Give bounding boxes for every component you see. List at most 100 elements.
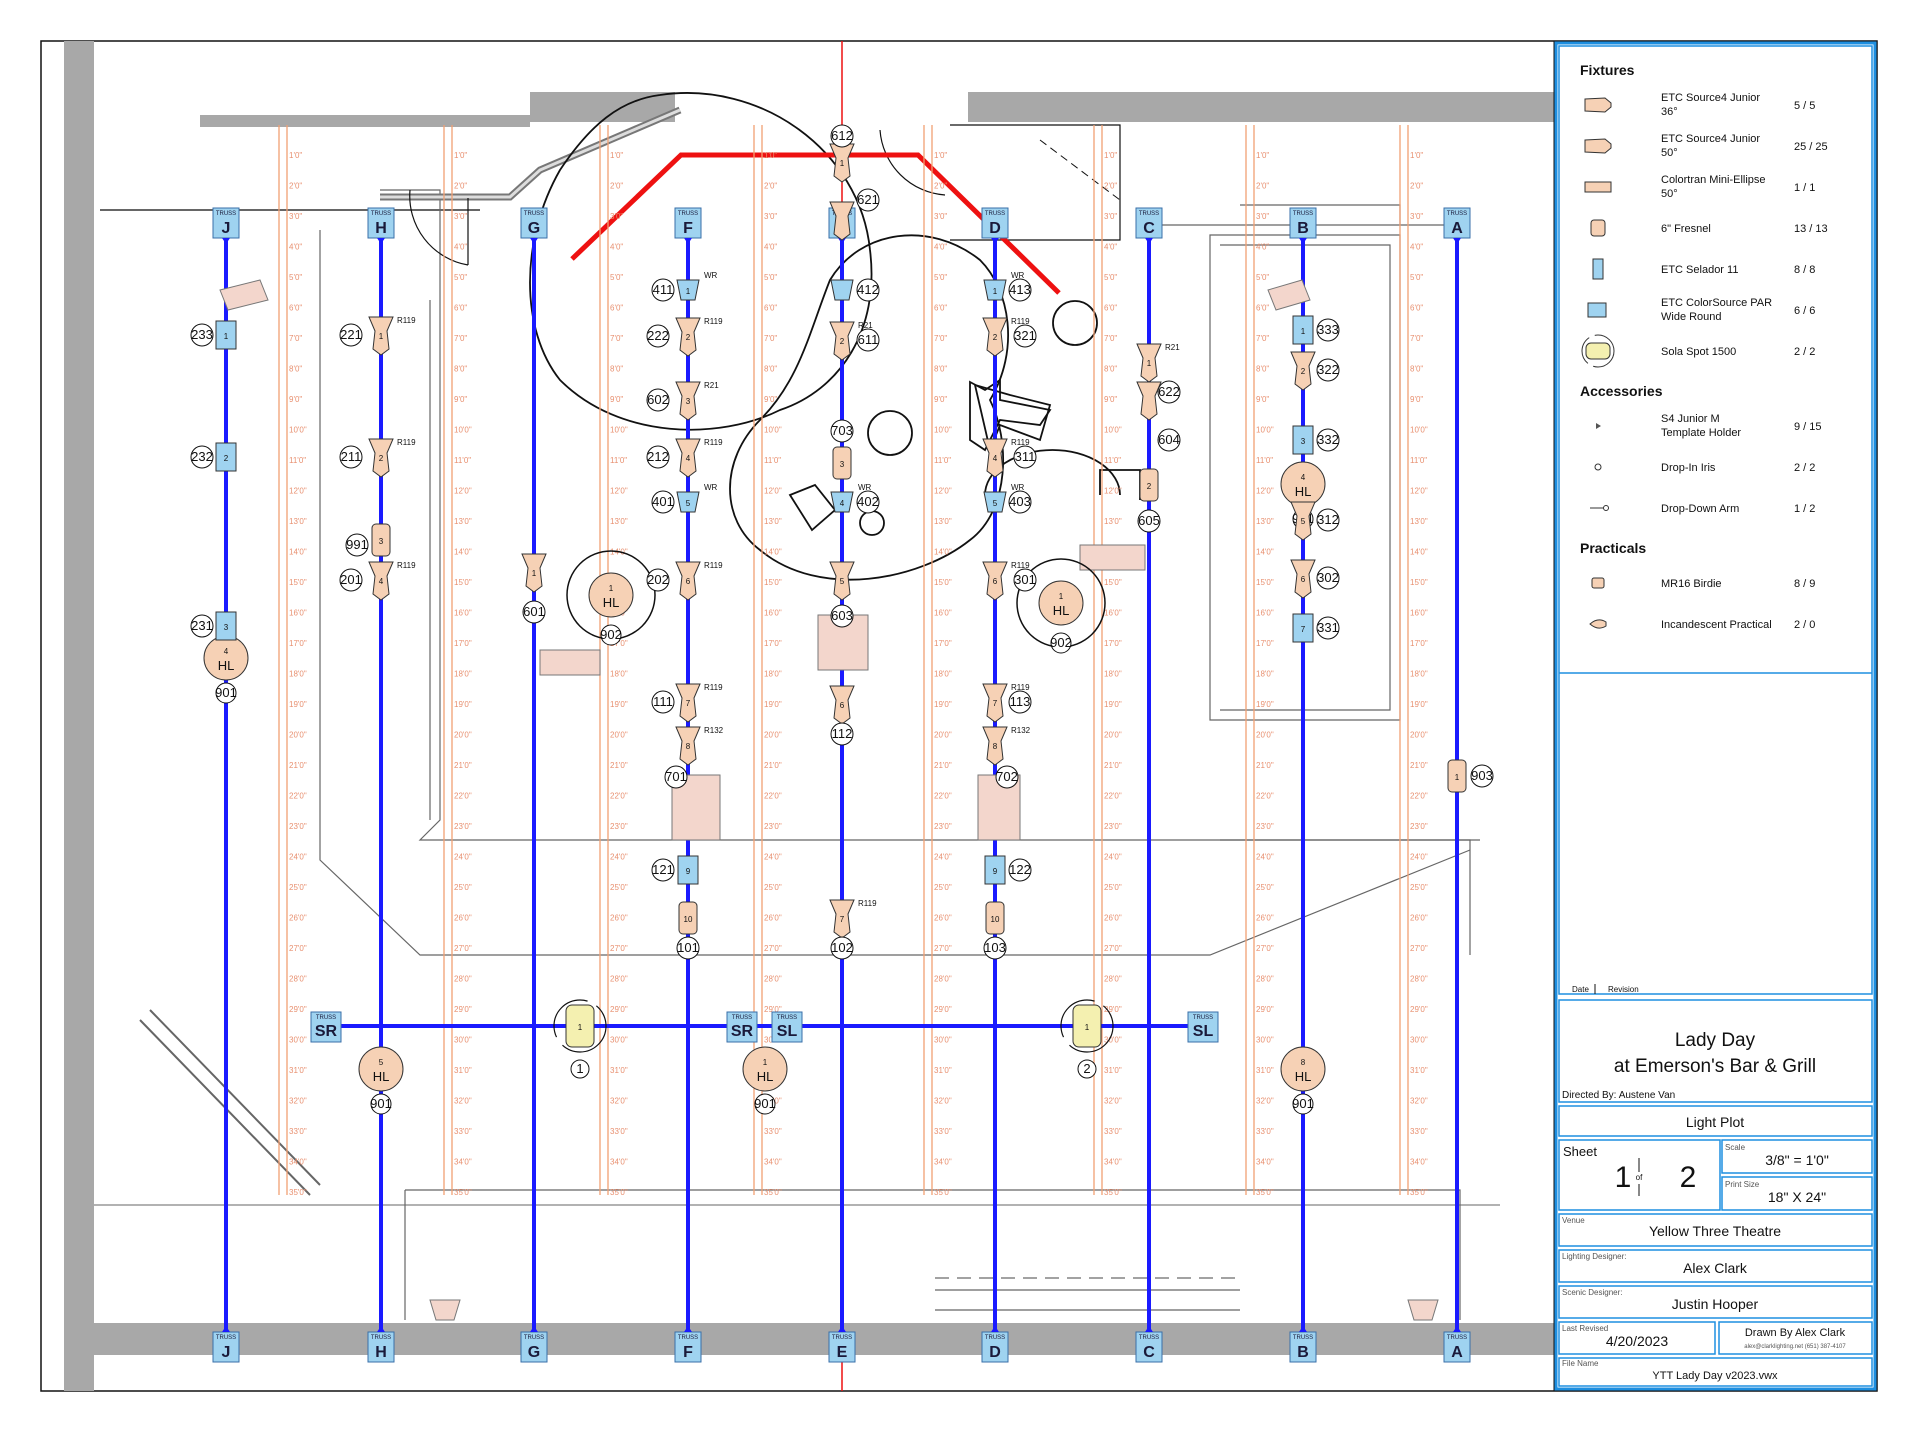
- directed-by: Directed By: Austene Van: [1562, 1090, 1675, 1101]
- circuit-number: 601: [523, 604, 545, 619]
- legend-item-count: 25 / 25: [1794, 141, 1828, 153]
- distance-mark: 21'0": [1256, 761, 1274, 770]
- distance-mark: 32'0": [289, 1097, 307, 1106]
- circuit-number: 111: [653, 694, 673, 709]
- pipe-letter-h: H: [375, 220, 387, 237]
- distance-mark: 27'0": [1256, 944, 1274, 953]
- distance-mark: 11'0": [1256, 456, 1273, 465]
- distance-mark: 16'0": [1256, 609, 1274, 618]
- unit-number: 1: [224, 332, 229, 341]
- unit-number: 8: [686, 742, 691, 751]
- pipe-letter-f: F: [683, 1344, 693, 1361]
- distance-mark: 19'0": [289, 700, 307, 709]
- cross-truss-label: SR: [731, 1023, 754, 1040]
- legend-item-count: 6 / 6: [1794, 305, 1815, 317]
- color-label: R119: [1011, 561, 1030, 570]
- distance-mark: 35'0": [1410, 1188, 1428, 1197]
- distance-mark: 31'0": [1410, 1066, 1428, 1075]
- distance-mark: 24'0": [610, 853, 628, 862]
- cross-truss-label: SL: [1193, 1023, 1214, 1040]
- unit-number: 5: [993, 499, 998, 508]
- distance-mark: 7'0": [1410, 334, 1423, 343]
- fixture-unit: 1 R119 221: [339, 316, 416, 356]
- unit-number: 2: [1147, 482, 1152, 491]
- sola-unit-number: 1: [578, 1023, 583, 1032]
- legend-item-name: 36°: [1661, 106, 1678, 118]
- hl-circuit-number: 901: [754, 1096, 776, 1111]
- unit-number: 1: [532, 569, 537, 578]
- distance-mark: 31'0": [454, 1066, 472, 1075]
- distance-mark: 8'0": [934, 365, 947, 374]
- distance-mark: 3'0": [1410, 212, 1423, 221]
- legend-item-count: 1 / 1: [1794, 182, 1815, 194]
- pipe-end-marker: [1299, 238, 1307, 244]
- distance-mark: 2'0": [1410, 182, 1423, 191]
- legend-item-name: 50°: [1661, 188, 1678, 200]
- distance-mark: 24'0": [934, 853, 952, 862]
- distance-mark: 22'0": [1410, 792, 1428, 801]
- cross-truss-label: SL: [777, 1023, 798, 1040]
- unit-number: 1: [1301, 327, 1306, 336]
- distance-mark: 23'0": [764, 822, 782, 831]
- fixture-unit: 1 233: [190, 320, 237, 350]
- distance-mark: 29'0": [1410, 1005, 1428, 1014]
- colorsource-par-icon: [830, 279, 854, 301]
- truss-word-label: TRUSS: [678, 211, 698, 217]
- distance-mark: 34'0": [764, 1158, 782, 1167]
- distance-mark: 7'0": [454, 334, 467, 343]
- unit-number: 2: [224, 454, 229, 463]
- color-label: WR: [704, 271, 718, 280]
- distance-mark: 30'0": [289, 1036, 307, 1045]
- unit-number: 7: [840, 915, 845, 924]
- circuit-number: 202: [647, 572, 669, 587]
- distance-mark: 7'0": [610, 334, 623, 343]
- distance-mark: 9'0": [1410, 395, 1423, 404]
- distance-mark: 26'0": [1104, 914, 1122, 923]
- pipe-end-marker: [1145, 238, 1153, 244]
- distance-mark: 12'0": [289, 487, 307, 496]
- distance-mark: 5'0": [289, 273, 302, 282]
- color-label: R119: [397, 438, 416, 447]
- distance-mark: 22'0": [454, 792, 472, 801]
- distance-mark: 2'0": [454, 182, 467, 191]
- distance-mark: 20'0": [934, 731, 952, 740]
- distance-mark: 24'0": [1410, 853, 1428, 862]
- distance-mark: 8'0": [1256, 365, 1269, 374]
- truss-word-label: TRUSS: [371, 1335, 391, 1341]
- distance-mark: 12'0": [1410, 487, 1428, 496]
- distance-mark: 12'0": [610, 487, 628, 496]
- distance-mark: 1'0": [289, 151, 302, 160]
- distance-mark: 6'0": [1104, 304, 1117, 313]
- distance-mark: 22'0": [1256, 792, 1274, 801]
- unit-number: 7: [993, 699, 998, 708]
- distance-mark: 9'0": [934, 395, 947, 404]
- circuit-number: 333: [1317, 322, 1339, 337]
- circuit-number: 903: [1471, 768, 1493, 783]
- truss-word-label: TRUSS: [1293, 211, 1313, 217]
- distance-mark: 7'0": [1104, 334, 1117, 343]
- distance-mark: 28'0": [1410, 975, 1428, 984]
- hl-unit-number: 5: [379, 1058, 384, 1067]
- distance-mark: 1'0": [1104, 151, 1117, 160]
- distance-mark: 26'0": [454, 914, 472, 923]
- distance-mark: 13'0": [1410, 517, 1428, 526]
- legend-item-name: S4 Junior M: [1661, 413, 1720, 425]
- distance-mark: 19'0": [454, 700, 472, 709]
- distance-mark: 7'0": [934, 334, 947, 343]
- distance-mark: 7'0": [289, 334, 302, 343]
- legend-section-title: Practicals: [1580, 540, 1646, 556]
- circuit-number: 322: [1317, 362, 1339, 377]
- distance-mark: 21'0": [289, 761, 307, 770]
- distance-mark: 3'0": [934, 212, 947, 221]
- fixture-unit: 9 121: [651, 855, 699, 885]
- circuit-number: 211: [341, 449, 362, 464]
- truss-word-label: TRUSS: [732, 1015, 752, 1021]
- pipes: TRUSS J TRUSS J TRUSS H TRUSS H TRUSS G TRUSS G TRUS…: [212, 207, 1471, 1363]
- scale-label: Scale: [1725, 1143, 1746, 1152]
- title-block: Fixtures ETC Source4 Junior 36° 5 / 5 ETC So…: [1554, 41, 1877, 1391]
- truss-word-label: TRUSS: [1293, 1335, 1313, 1341]
- show-title-line1: Lady Day: [1675, 1030, 1756, 1051]
- circuit-number: 112: [832, 726, 853, 741]
- distance-mark: 29'0": [610, 1005, 628, 1014]
- distance-mark: 23'0": [934, 822, 952, 831]
